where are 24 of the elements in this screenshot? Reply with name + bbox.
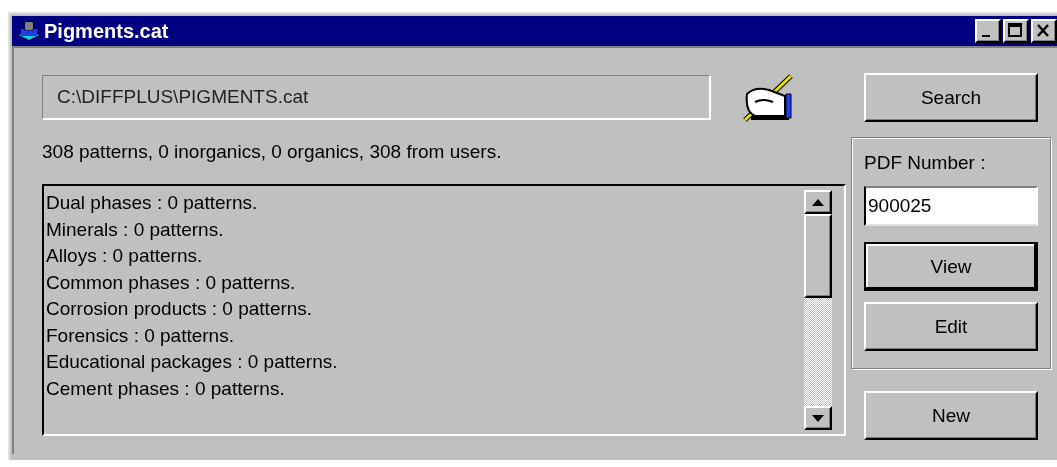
- list-item[interactable]: Minerals : 0 patterns.: [46, 216, 804, 243]
- scrollbar[interactable]: [804, 190, 832, 430]
- list-item[interactable]: Alloys : 0 patterns.: [46, 243, 804, 270]
- list-item[interactable]: Cement phases : 0 patterns.: [46, 375, 804, 402]
- catalog-summary: 308 patterns, 0 inorganics, 0 organics, 308 from users.: [42, 141, 503, 164]
- close-icon[interactable]: [1031, 19, 1057, 43]
- minimize-icon[interactable]: [975, 19, 1001, 43]
- list-item[interactable]: Dual phases : 0 patterns.: [46, 190, 804, 217]
- view-button[interactable]: View: [864, 242, 1038, 291]
- maximize-icon[interactable]: [1003, 19, 1029, 43]
- list-item[interactable]: Forensics : 0 patterns.: [46, 322, 804, 349]
- scroll-up-icon[interactable]: [812, 198, 824, 206]
- list-item[interactable]: Corrosion products : 0 patterns.: [46, 296, 804, 323]
- list-item[interactable]: Educational packages : 0 patterns.: [46, 349, 804, 376]
- pdf-number-label: PDF Number :: [864, 152, 987, 175]
- scroll-down-icon[interactable]: [812, 414, 824, 422]
- edit-button[interactable]: Edit: [864, 302, 1038, 351]
- new-button[interactable]: New: [864, 391, 1038, 440]
- list-item[interactable]: Common phases : 0 patterns.: [46, 269, 804, 296]
- catalog-path-field: C:\DIFFPLUS\PIGMENTS.cat: [42, 74, 711, 120]
- search-button[interactable]: Search: [864, 73, 1038, 122]
- window-title: Pigments.cat: [44, 19, 169, 43]
- pdf-number-field[interactable]: 900025: [864, 186, 1038, 226]
- app-icon: [18, 20, 40, 42]
